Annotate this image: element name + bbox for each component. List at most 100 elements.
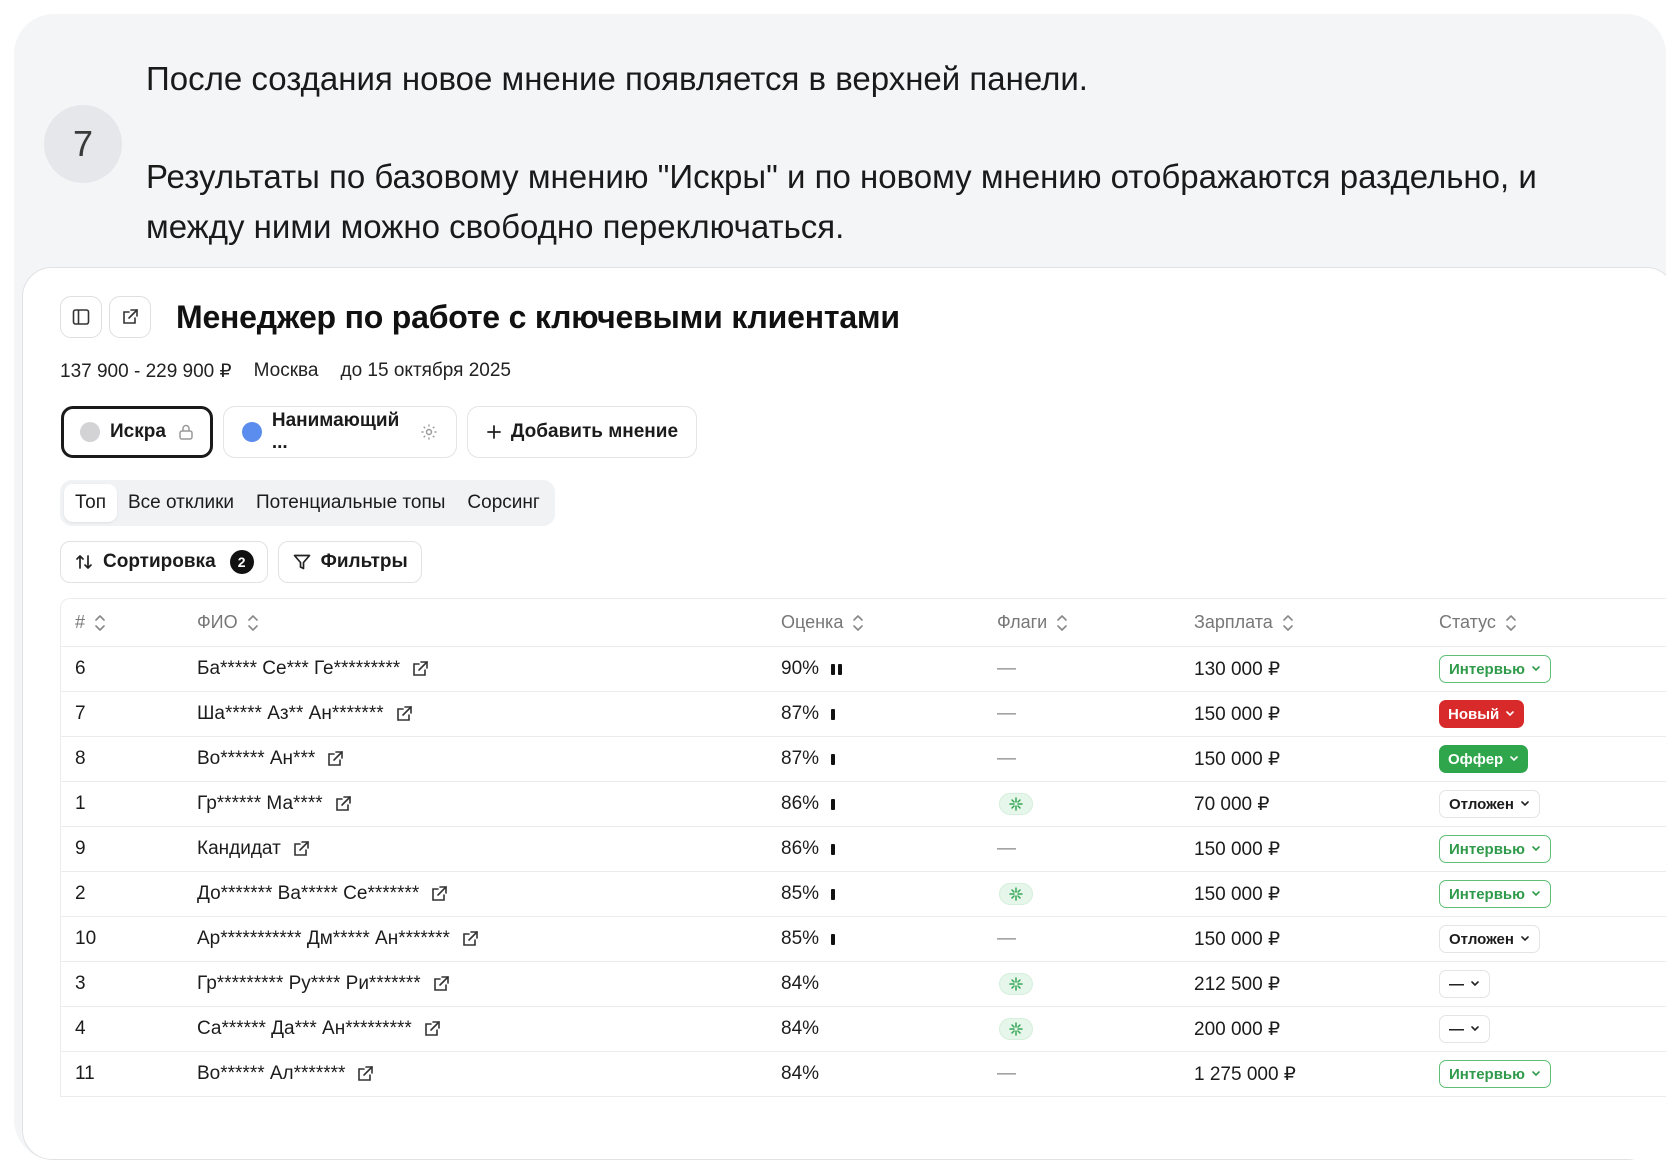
- external-link-icon[interactable]: [355, 1064, 375, 1084]
- open-external-button[interactable]: [109, 296, 151, 338]
- table-controls: Сортировка 2 Фильтры: [60, 541, 422, 583]
- candidate-name[interactable]: Во****** Ал*******: [197, 1063, 345, 1085]
- table-row[interactable]: 7 Ша***** Аз** Ан******* 87% — 150 000 ₽ Новы…: [61, 692, 1666, 737]
- score-cell: 84%: [781, 1052, 819, 1096]
- status-dropdown[interactable]: Новый: [1439, 700, 1525, 728]
- status-dropdown[interactable]: Оффер: [1439, 745, 1529, 773]
- column-header[interactable]: Зарплата: [1194, 599, 1295, 646]
- add-opinion-label: Добавить мнение: [510, 421, 679, 442]
- table-row[interactable]: 6 Ба***** Се*** Ге********* 90% — 130 000 ₽ И…: [61, 647, 1666, 692]
- column-header[interactable]: Оценка: [781, 599, 865, 646]
- table-row[interactable]: 4 Са****** Да*** Ан********* 84% 200 000 ₽ —: [61, 1007, 1666, 1052]
- candidate-name-cell: Ба***** Се*** Ге*********: [197, 647, 430, 691]
- row-number: 2: [75, 883, 86, 904]
- sparkle-flag-icon[interactable]: [999, 883, 1033, 905]
- external-link-icon[interactable]: [460, 929, 480, 949]
- chevron-down-icon: [1520, 800, 1530, 808]
- sort-icon[interactable]: [246, 614, 260, 632]
- column-header-label: Статус: [1439, 612, 1496, 632]
- flags-cell: —: [997, 827, 1016, 871]
- opinions-bar: Искра Нанимающий ... Добавить мнение: [61, 406, 698, 458]
- column-header[interactable]: Статус: [1439, 599, 1518, 646]
- table-row[interactable]: 8 Во****** Ан*** 87% — 150 000 ₽ Оффер: [61, 737, 1666, 782]
- sort-button[interactable]: Сортировка 2: [60, 541, 268, 583]
- candidate-name[interactable]: Са****** Да*** Ан*********: [197, 1018, 412, 1040]
- opinion-base-chip[interactable]: Искра: [61, 406, 213, 458]
- sparkle-flag-icon[interactable]: [999, 793, 1033, 815]
- table-row[interactable]: 10 Ар*********** Дм***** Ан******* 85% — 150…: [61, 917, 1666, 962]
- candidate-name-cell: Са****** Да*** Ан*********: [197, 1007, 442, 1051]
- status-dropdown[interactable]: Отложен: [1439, 790, 1540, 818]
- add-opinion-button[interactable]: Добавить мнение: [466, 406, 698, 458]
- candidate-name[interactable]: Гр****** Ма****: [197, 793, 323, 815]
- tab-item[interactable]: Сорсинг: [456, 484, 550, 522]
- candidate-name[interactable]: До******* Ва***** Се*******: [197, 883, 419, 905]
- candidate-name[interactable]: Кандидат: [197, 838, 281, 860]
- sort-icon[interactable]: [1055, 614, 1069, 632]
- status-dropdown[interactable]: Интервью: [1439, 1060, 1551, 1088]
- sort-icon[interactable]: [851, 614, 865, 632]
- sort-icon[interactable]: [93, 614, 107, 632]
- chevron-down-icon: [1531, 665, 1541, 673]
- salary-value: 130 000 ₽: [1194, 658, 1281, 680]
- external-link-icon[interactable]: [431, 974, 451, 994]
- filters-button[interactable]: Фильтры: [277, 541, 422, 583]
- row-number: 11: [75, 1063, 95, 1084]
- column-header[interactable]: ФИО: [197, 599, 260, 646]
- candidates-table: # ФИО Оценка Флаги Зарплата Статус 6 Ба***** С…: [60, 598, 1666, 1097]
- sparkle-flag-icon[interactable]: [999, 973, 1033, 995]
- score-bar: [831, 888, 836, 900]
- status-label: Отложен: [1449, 930, 1514, 948]
- table-row[interactable]: 1 Гр****** Ма**** 86% 70 000 ₽ Отложен: [61, 782, 1666, 827]
- column-header[interactable]: #: [75, 599, 107, 646]
- sort-icon[interactable]: [1504, 614, 1518, 632]
- external-link-icon[interactable]: [394, 704, 414, 724]
- row-number: 7: [75, 703, 86, 724]
- external-link-icon[interactable]: [291, 839, 311, 859]
- flag-empty: —: [997, 703, 1016, 724]
- vacancy-deadline: до 15 октября 2025: [340, 360, 512, 381]
- sparkle-flag-icon[interactable]: [999, 1018, 1033, 1040]
- external-link-icon[interactable]: [325, 749, 345, 769]
- column-header[interactable]: Флаги: [997, 599, 1069, 646]
- external-link-icon[interactable]: [410, 659, 430, 679]
- score-cell: 85%: [781, 917, 836, 961]
- table-row[interactable]: 2 До******* Ва***** Се******* 85% 150 000 ₽…: [61, 872, 1666, 917]
- lock-icon: [178, 423, 194, 441]
- salary-value: 1 275 000 ₽: [1194, 1063, 1296, 1085]
- status-dropdown[interactable]: Интервью: [1439, 880, 1551, 908]
- candidate-name[interactable]: Ба***** Се*** Ге*********: [197, 658, 400, 680]
- candidate-name[interactable]: Ша***** Аз** Ан*******: [197, 703, 384, 725]
- external-link-icon[interactable]: [429, 884, 449, 904]
- column-header-label: #: [75, 612, 86, 632]
- tab-item[interactable]: Топ: [64, 484, 117, 522]
- plus-icon: [486, 424, 502, 440]
- status-dropdown[interactable]: —: [1439, 1015, 1490, 1043]
- app-screenshot: Менеджер по работе с ключевыми клиентами…: [22, 267, 1666, 1160]
- external-link-icon[interactable]: [422, 1019, 442, 1039]
- score-bar: [831, 708, 836, 720]
- external-link-icon[interactable]: [333, 794, 353, 814]
- candidate-name[interactable]: Гр********* Ру**** Ри*******: [197, 973, 421, 995]
- status-dropdown[interactable]: —: [1439, 970, 1490, 998]
- candidate-name[interactable]: Ар*********** Дм***** Ан*******: [197, 928, 450, 950]
- score-cell: 87%: [781, 692, 836, 736]
- candidate-name-cell: Гр********* Ру**** Ри*******: [197, 962, 451, 1006]
- toggle-sidebar-button[interactable]: [60, 296, 102, 338]
- status-dropdown[interactable]: Интервью: [1439, 835, 1551, 863]
- tab-item[interactable]: Потенциальные топы: [245, 484, 456, 522]
- tab-item[interactable]: Все отклики: [117, 484, 245, 522]
- table-row[interactable]: 11 Во****** Ал******* 84% — 1 275 000 ₽ Интер…: [61, 1052, 1666, 1097]
- opinion-color-dot: [80, 422, 100, 442]
- opinion-new-chip[interactable]: Нанимающий ...: [222, 406, 457, 458]
- status-cell: Отложен: [1439, 917, 1540, 961]
- table-row[interactable]: 3 Гр********* Ру**** Ри******* 84% 212 500 …: [61, 962, 1666, 1007]
- step-text-line-2: Результаты по базовому мнению "Искры" и …: [146, 158, 1537, 245]
- vacancy-header: Менеджер по работе с ключевыми клиентами: [60, 296, 900, 338]
- table-row[interactable]: 9 Кандидат 86% — 150 000 ₽ Интервью: [61, 827, 1666, 872]
- candidate-name[interactable]: Во****** Ан***: [197, 748, 315, 770]
- status-dropdown[interactable]: Отложен: [1439, 925, 1540, 953]
- gear-icon[interactable]: [420, 423, 438, 441]
- status-dropdown[interactable]: Интервью: [1439, 655, 1551, 683]
- sort-icon[interactable]: [1281, 614, 1295, 632]
